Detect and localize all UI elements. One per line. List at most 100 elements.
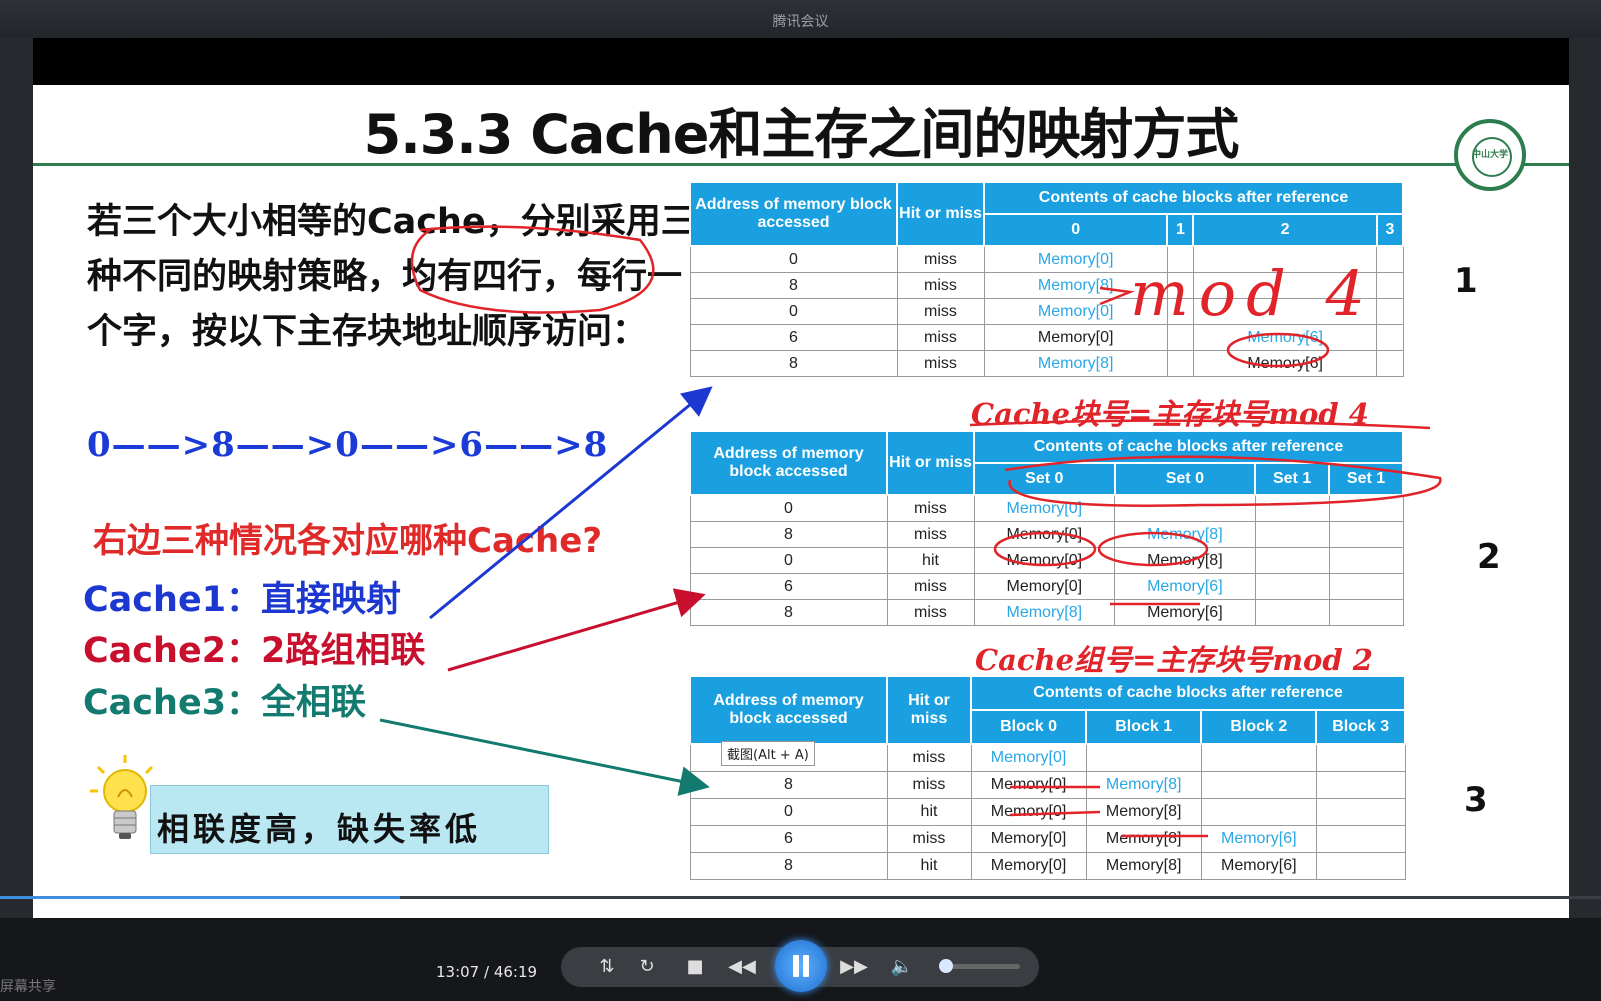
content-cell [1166, 350, 1194, 377]
content-cell: Memory[8] [1085, 852, 1202, 880]
content-cell [1085, 743, 1202, 772]
hit-cell: hit [886, 798, 972, 826]
volume-icon[interactable]: 🔈 [888, 947, 916, 987]
handwritten-formula-2: Cache组号=主存块号mod 2 [975, 643, 1373, 677]
content-cell: Memory[0] [973, 547, 1116, 574]
content-cell: Memory[8] [973, 599, 1116, 626]
volume-knob[interactable] [939, 959, 953, 973]
content-cell [1328, 494, 1404, 522]
address-cell: 0 [689, 245, 898, 273]
table-row: 8 miss Memory[8] Memory[6] [689, 599, 1404, 626]
address-cell: 0 [689, 494, 888, 522]
screenshot-tooltip: 截图(Alt + A) [721, 741, 815, 766]
address-cell: 8 [689, 350, 898, 377]
col-header: Set 0 [973, 462, 1116, 496]
cache1-label: Cache1：直接映射 [83, 580, 402, 620]
content-cell [1376, 245, 1404, 273]
content-cell [1200, 798, 1317, 826]
content-cell [1376, 324, 1404, 351]
hit-cell: miss [896, 350, 985, 377]
slide: 5.3.3 Cache和主存之间的映射方式 中山大学 若三个大小相等的Cache… [33, 85, 1569, 920]
table-row: 8 hit Memory[0] Memory[8] Memory[6] [689, 852, 1406, 880]
loop-icon[interactable]: ↻ [632, 947, 662, 987]
address-cell: 6 [689, 825, 888, 853]
content-cell: Memory[6] [1114, 573, 1256, 600]
content-cell [1200, 743, 1317, 772]
content-cell: Memory[8] [1085, 798, 1202, 826]
hit-cell: miss [886, 494, 975, 522]
hit-cell: miss [896, 324, 985, 351]
col-header: Block 1 [1085, 709, 1203, 745]
cache-table-2: Address of memory block accessed Hit or … [689, 430, 1404, 626]
table-1-label: 1 [1454, 261, 1478, 301]
title-divider [33, 163, 1569, 166]
content-cell [1114, 494, 1256, 522]
table-row: 8 miss Memory[0] Memory[8] [689, 521, 1404, 548]
content-cell: Memory[0] [970, 771, 1087, 799]
content-cell [1315, 743, 1406, 772]
col-header: Block 2 [1200, 709, 1318, 745]
col-header: 0 [982, 213, 1169, 247]
fast-forward-button[interactable]: ▶▶ [834, 947, 874, 987]
content-cell: Memory[0] [973, 573, 1116, 600]
hit-cell: miss [886, 743, 972, 772]
cache3-label: Cache3：全相联 [83, 683, 367, 723]
window-titlebar: 腾讯会议 [0, 0, 1601, 38]
content-cell [1328, 521, 1404, 548]
hit-cell: miss [886, 825, 972, 853]
stop-button[interactable]: ■ [680, 947, 710, 987]
hit-cell: miss [896, 245, 985, 273]
content-cell: Memory[8] [1114, 547, 1256, 574]
table-row: 6 miss Memory[0] Memory[8] Memory[6] [689, 825, 1406, 853]
content-cell [1200, 771, 1317, 799]
progress-fill [0, 896, 401, 899]
header-hit: Hit or miss [886, 430, 975, 496]
table-row: 6 miss Memory[0] Memory[6] [689, 573, 1404, 600]
table-row: 0 hit Memory[0] Memory[8] [689, 547, 1404, 574]
hit-cell: miss [886, 521, 975, 548]
content-cell [1328, 547, 1404, 574]
content-cell: Memory[6] [1200, 825, 1317, 853]
content-cell: Memory[0] [970, 743, 1087, 772]
header-contents: Contents of cache blocks after reference [973, 430, 1404, 464]
content-cell [1254, 521, 1330, 548]
hit-cell: miss [896, 298, 985, 325]
address-cell: 0 [689, 298, 898, 325]
window-title: 腾讯会议 [772, 14, 829, 30]
content-cell: Memory[6] [1192, 350, 1378, 377]
rewind-button[interactable]: ◀◀ [722, 947, 762, 987]
table-row: 8 miss Memory[8] Memory[6] [689, 350, 1404, 377]
pause-button[interactable] [775, 940, 827, 992]
playback-time: 13:07 / 46:19 [436, 963, 538, 981]
address-cell: 8 [689, 599, 888, 626]
address-cell: 8 [689, 272, 898, 299]
content-cell [1315, 798, 1406, 826]
screen-share-label: 屏幕共享 [0, 979, 56, 995]
progress-track[interactable] [0, 896, 1601, 899]
cache2-label: Cache2：2路组相联 [83, 631, 426, 671]
cache-table-3: Address of memory block accessed Hit or … [689, 675, 1406, 880]
table-row: 8 miss Memory[0] Memory[8] [689, 771, 1406, 799]
header-address: Address of memory block accessed [689, 675, 888, 745]
hit-cell: miss [886, 573, 975, 600]
table-row: 0 miss Memory[0] [689, 494, 1404, 522]
content-cell [1315, 825, 1406, 853]
content-cell [1376, 272, 1404, 299]
content-cell: Memory[0] [970, 798, 1087, 826]
content-cell [1254, 599, 1330, 626]
address-cell: 6 [689, 324, 898, 351]
col-header: Set 0 [1113, 462, 1257, 496]
volume-slider[interactable] [945, 964, 1020, 969]
handwritten-mod4: mod 4 [1130, 257, 1375, 330]
note-text: 相联度高，缺失率低 [157, 810, 482, 848]
content-cell [1315, 771, 1406, 799]
content-cell [1315, 852, 1406, 880]
hit-cell: miss [886, 771, 972, 799]
content-cell: Memory[0] [973, 521, 1116, 548]
hit-cell: hit [886, 547, 975, 574]
slide-title: 5.3.3 Cache和主存之间的映射方式 [363, 103, 1240, 166]
header-address: Address of memory block accessed [689, 181, 898, 247]
transcode-icon[interactable]: ⇅ [592, 947, 622, 987]
access-sequence: 0——>8——>0——>6——>8 [87, 425, 609, 465]
address-cell: 0 [689, 547, 888, 574]
